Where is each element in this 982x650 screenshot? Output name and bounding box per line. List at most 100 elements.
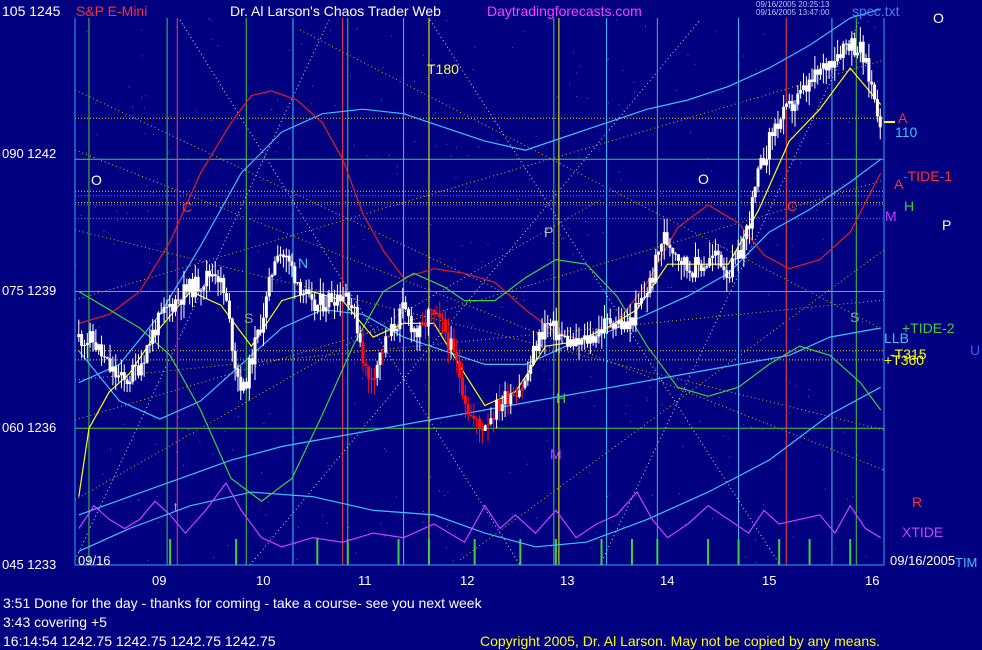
star-dot: [800, 162, 802, 164]
price-bar-body: [642, 297, 646, 299]
timestamp-2: 09/16/2005 13:47:00: [756, 8, 830, 17]
price-bar-body: [685, 257, 689, 271]
star-dot: [847, 195, 849, 197]
star-dot: [435, 145, 437, 147]
star-dot: [767, 294, 769, 296]
price-bar-body: [364, 363, 368, 367]
price-bar-body: [574, 338, 578, 347]
price-bar-body: [549, 323, 553, 326]
star-dot: [502, 248, 504, 250]
star-dot: [445, 20, 447, 22]
star-dot: [294, 543, 296, 545]
price-bar-body: [267, 276, 271, 297]
star-dot: [81, 431, 83, 433]
star-dot: [646, 397, 648, 399]
price-bar-body: [770, 132, 774, 137]
price-bar-body: [404, 302, 408, 310]
star-dot: [354, 144, 356, 146]
price-bar-body: [676, 254, 680, 261]
price-bar-body: [105, 357, 109, 359]
star-dot: [298, 210, 300, 212]
price-bar-body: [671, 247, 675, 254]
price-bar-body: [802, 85, 806, 90]
price-bar-body: [600, 329, 604, 333]
star-dot: [156, 495, 158, 497]
price-bar-body: [202, 286, 206, 291]
star-dot: [815, 209, 817, 211]
star-dot: [852, 496, 854, 498]
price-bar-body: [159, 312, 163, 314]
x-tick-11: 11: [358, 573, 372, 588]
price-bar-body: [458, 360, 462, 378]
price-bar-body: [483, 425, 487, 431]
star-dot: [212, 453, 214, 455]
star-dot: [724, 243, 726, 245]
star-dot: [876, 80, 878, 82]
star-dot: [430, 476, 432, 478]
star-dot: [718, 396, 720, 398]
price-bar-body: [225, 293, 229, 301]
star-dot: [474, 46, 476, 48]
star-dot: [173, 196, 175, 198]
price-bar-body: [176, 299, 180, 301]
star-dot: [720, 247, 722, 249]
star-dot: [535, 135, 537, 137]
star-dot: [225, 184, 227, 186]
price-bar-body: [708, 257, 712, 266]
star-dot: [595, 531, 597, 533]
price-bar-body: [571, 339, 575, 347]
star-dot: [232, 449, 234, 451]
price-bar-body: [716, 250, 720, 255]
star-dot: [384, 448, 386, 450]
price-bar-body: [847, 43, 851, 51]
star-dot: [170, 116, 172, 118]
star-dot: [429, 289, 431, 291]
star-dot: [138, 347, 140, 349]
price-bar-body: [645, 293, 649, 298]
star-dot: [755, 562, 757, 564]
star-dot: [461, 466, 463, 468]
star-dot: [237, 416, 239, 418]
star-dot: [562, 237, 564, 239]
star-dot: [132, 106, 134, 108]
price-bar-body: [190, 279, 194, 298]
star-dot: [625, 371, 627, 373]
star-dot: [678, 493, 680, 495]
star-dot: [297, 285, 299, 287]
price-bar-body: [611, 323, 615, 329]
star-dot: [446, 143, 448, 145]
star-dot: [529, 179, 531, 181]
star-dot: [695, 287, 697, 289]
price-bar-body: [563, 335, 567, 337]
price-bar-body: [620, 320, 624, 330]
price-bar-body: [438, 313, 442, 318]
star-dot: [711, 518, 713, 520]
r-label: R: [912, 494, 923, 510]
star-dot: [851, 299, 853, 301]
star-dot: [604, 22, 606, 24]
price-bar-body: [250, 358, 254, 365]
star-dot: [211, 38, 213, 40]
price-bar-body: [327, 293, 331, 308]
price-bar-body: [117, 375, 121, 378]
star-dot: [297, 526, 299, 528]
star-dot: [649, 386, 651, 388]
star-dot: [472, 68, 474, 70]
price-bar-body: [657, 251, 661, 255]
star-dot: [455, 533, 457, 535]
star-dot: [175, 231, 177, 233]
price-bar-body: [193, 276, 197, 298]
star-dot: [733, 354, 735, 356]
star-dot: [588, 471, 590, 473]
star-dot: [461, 553, 463, 555]
star-dot: [630, 343, 632, 345]
price-bar-body: [827, 60, 831, 71]
star-dot: [667, 105, 669, 107]
site-link[interactable]: Daytradingforecasts.com: [487, 3, 642, 19]
star-dot: [843, 19, 845, 21]
price-bar-body: [668, 244, 672, 248]
star-dot: [723, 435, 725, 437]
star-dot: [549, 379, 551, 381]
star-dot: [96, 134, 98, 136]
price-bar-body: [830, 60, 834, 68]
